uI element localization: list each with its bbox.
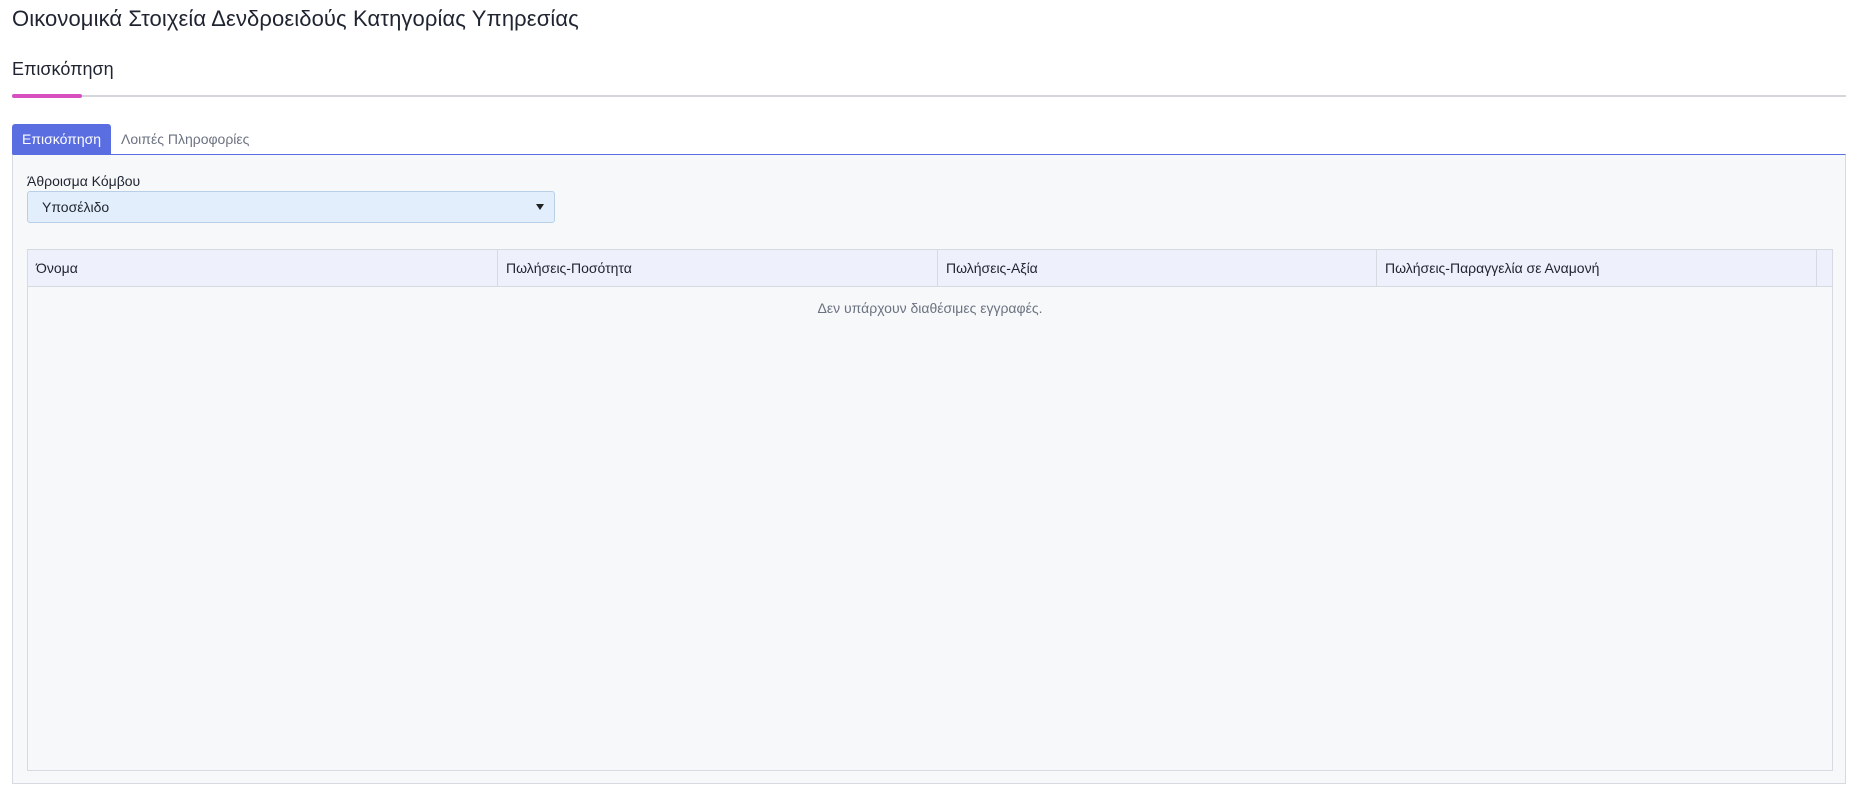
column-header-filler — [1817, 250, 1832, 286]
column-header-sales-quantity[interactable]: Πωλήσεις-Ποσότητα — [498, 250, 938, 286]
tab-panel-overview: Άθροισμα Κόμβου Υποσέλιδο Όνομα Πωλήσεις… — [12, 154, 1846, 784]
tab-overview[interactable]: Επισκόπηση — [12, 124, 112, 154]
section-header: Επισκόπηση — [12, 59, 1846, 98]
grid-empty-message: Δεν υπάρχουν διαθέσιμες εγγραφές. — [817, 300, 1043, 316]
page: Οικονομικά Στοιχεία Δενδροειδούς Κατηγορ… — [0, 0, 1858, 793]
node-sum-select-value: Υποσέλιδο — [42, 199, 110, 215]
grid-header: Όνομα Πωλήσεις-Ποσότητα Πωλήσεις-Αξία Πω… — [28, 250, 1832, 287]
column-header-sales-value[interactable]: Πωλήσεις-Αξία — [938, 250, 1377, 286]
tab-bar: Επισκόπηση Λοιπές Πληροφορίες — [12, 124, 259, 154]
tab-other-info[interactable]: Λοιπές Πληροφορίες — [111, 124, 259, 154]
page-title: Οικονομικά Στοιχεία Δενδροειδούς Κατηγορ… — [12, 6, 579, 31]
data-grid: Όνομα Πωλήσεις-Ποσότητα Πωλήσεις-Αξία Πω… — [27, 249, 1833, 771]
section-active-indicator — [12, 94, 82, 98]
node-sum-select[interactable]: Υποσέλιδο — [27, 191, 555, 223]
caret-down-icon — [536, 204, 544, 210]
column-header-name[interactable]: Όνομα — [28, 250, 498, 286]
section-title: Επισκόπηση — [12, 59, 114, 79]
node-sum-label: Άθροισμα Κόμβου — [27, 173, 141, 189]
column-header-sales-pending-orders[interactable]: Πωλήσεις-Παραγγελία σε Αναμονή — [1377, 250, 1817, 286]
